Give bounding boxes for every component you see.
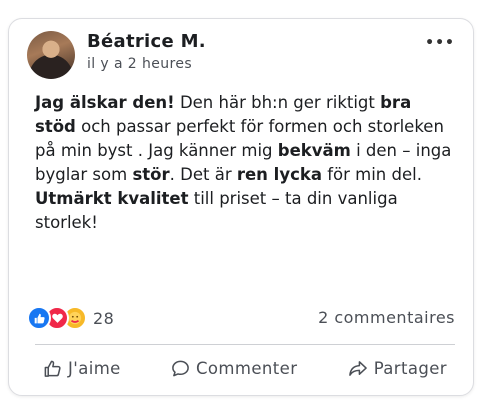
post-text-bold: Jag älskar den!: [35, 93, 175, 112]
comment-label: Commenter: [196, 358, 298, 378]
share-icon: [348, 360, 367, 376]
post-timestamp[interactable]: il y a 2 heures: [87, 56, 192, 72]
post-text-bold: Utmärkt kvalitet: [35, 189, 189, 208]
action-bar: J'aime Commenter Partager: [35, 353, 455, 383]
thumbs-up-icon: [44, 360, 61, 377]
more-options-icon[interactable]: •••: [425, 35, 455, 51]
post-text-bold: stör: [132, 165, 170, 184]
like-icon: [27, 306, 51, 330]
share-label: Partager: [373, 358, 447, 378]
reactions-summary[interactable]: 28: [27, 306, 115, 330]
comment-icon: [172, 360, 189, 376]
avatar[interactable]: [27, 31, 75, 79]
post-text-segment: Den här bh:n ger riktigt: [174, 93, 381, 112]
post-text-bold: bekväm: [277, 141, 351, 160]
comment-button[interactable]: Commenter: [163, 359, 305, 378]
post-text-segment: för min del.: [321, 165, 422, 184]
post-text-bold: ren lycka: [236, 165, 322, 184]
like-button[interactable]: J'aime: [35, 359, 129, 378]
post-card: Béatrice M. il y a 2 heures ••• Jag älsk…: [8, 18, 474, 396]
divider: [35, 344, 455, 345]
like-label: J'aime: [68, 358, 121, 378]
reaction-count: 28: [93, 308, 115, 328]
share-button[interactable]: Partager: [340, 359, 455, 378]
comment-count-link[interactable]: 2 commentaires: [318, 308, 455, 327]
author-name[interactable]: Béatrice M.: [87, 31, 206, 52]
post-text: Jag älskar den! Den här bh:n ger riktigt…: [35, 91, 455, 235]
post-text-segment: . Det är: [169, 165, 237, 184]
